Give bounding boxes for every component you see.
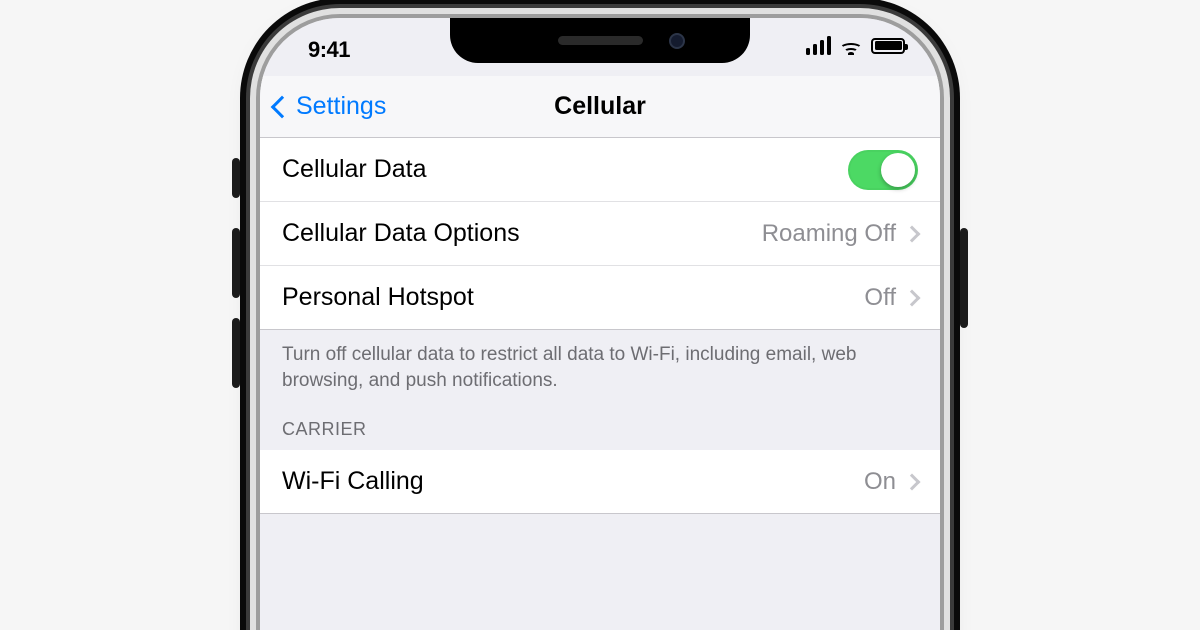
back-label: Settings (296, 92, 386, 121)
battery-icon (871, 38, 905, 54)
iphone-device-frame: 9:41 Settings Cellular Cellular Data (260, 18, 940, 630)
settings-group-main: Cellular Data Cellular Data Options Roam… (260, 138, 940, 330)
wifi-icon (839, 37, 863, 55)
section-footer-text: Turn off cellular data to restrict all d… (260, 330, 940, 419)
volume-up-button (232, 228, 240, 298)
back-button[interactable]: Settings (274, 76, 386, 137)
row-cellular-data-options[interactable]: Cellular Data Options Roaming Off (260, 202, 940, 266)
row-personal-hotspot[interactable]: Personal Hotspot Off (260, 266, 940, 330)
mute-switch (232, 158, 240, 198)
screen: 9:41 Settings Cellular Cellular Data (260, 18, 940, 630)
cellular-signal-icon (806, 36, 832, 55)
row-label: Wi-Fi Calling (282, 467, 864, 496)
notch (450, 18, 750, 63)
volume-down-button (232, 318, 240, 388)
row-wifi-calling[interactable]: Wi-Fi Calling On (260, 450, 940, 514)
row-value: Roaming Off (762, 220, 896, 248)
page-title: Cellular (554, 92, 646, 121)
row-label: Personal Hotspot (282, 283, 864, 312)
chevron-right-icon (904, 225, 921, 242)
row-value: Off (864, 284, 896, 312)
chevron-left-icon (271, 95, 294, 118)
cellular-data-toggle[interactable] (848, 150, 918, 190)
row-label: Cellular Data Options (282, 219, 762, 248)
chevron-right-icon (904, 289, 921, 306)
chevron-right-icon (904, 473, 921, 490)
toggle-knob (881, 153, 915, 187)
row-value: On (864, 468, 896, 496)
section-header-carrier: CARRIER (260, 419, 940, 450)
status-time: 9:41 (308, 37, 350, 63)
nav-bar: Settings Cellular (260, 76, 940, 138)
status-indicators (806, 36, 906, 55)
earpiece-speaker (558, 36, 643, 45)
row-label: Cellular Data (282, 155, 848, 184)
power-button (960, 228, 968, 328)
settings-group-carrier: Wi-Fi Calling On (260, 450, 940, 514)
front-camera (669, 33, 685, 49)
row-cellular-data[interactable]: Cellular Data (260, 138, 940, 202)
